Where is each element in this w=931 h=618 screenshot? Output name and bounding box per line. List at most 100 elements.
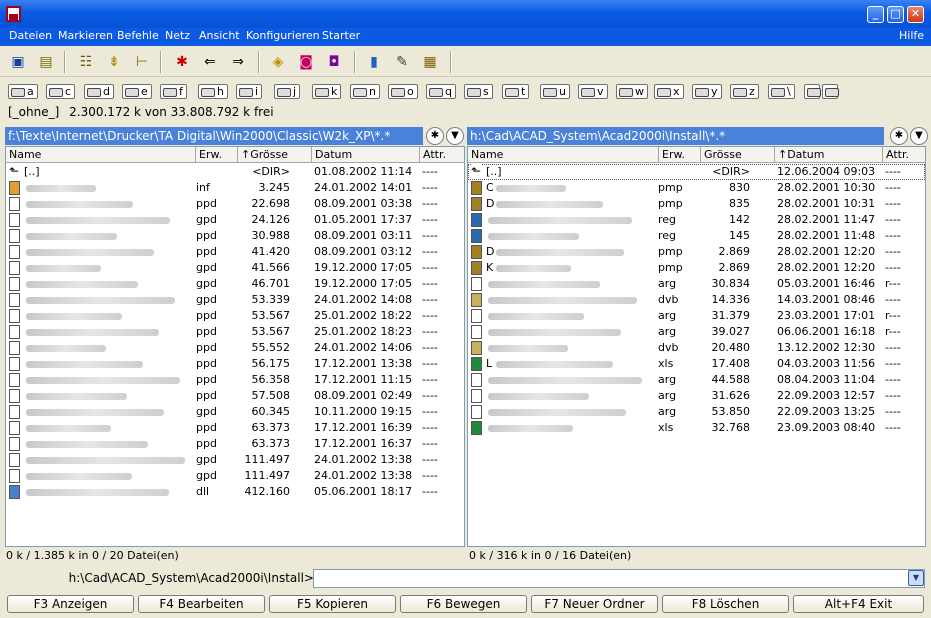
file-row[interactable]: arg 30.834 05.03.2001 16:46 r---: [468, 276, 925, 292]
file-row[interactable]: arg 31.626 22.09.2003 12:57 ----: [468, 388, 925, 404]
left-file-panel[interactable]: Name Erw. ↑Grösse Datum Attr. ⬑ [..] <DIR>…: [5, 146, 465, 547]
right-col-date[interactable]: ↑Datum: [775, 147, 883, 163]
f5-copy-button[interactable]: F5 Kopieren: [269, 595, 396, 613]
file-row[interactable]: ppd 56.358 17.12.2001 11:15 ----: [6, 372, 464, 388]
left-col-name[interactable]: Name: [6, 147, 196, 163]
file-row[interactable]: dll 412.160 05.06.2001 18:17 ----: [6, 484, 464, 500]
unpack-icon[interactable]: ⇟: [104, 52, 124, 72]
drive-button-i[interactable]: i: [236, 84, 263, 99]
file-row[interactable]: ppd 30.988 08.09.2001 03:11 ----: [6, 228, 464, 244]
file-row[interactable]: gpd 46.701 19.12.2000 17:05 ----: [6, 276, 464, 292]
maximize-button[interactable]: □: [887, 6, 904, 23]
drive-button-s[interactable]: s: [464, 84, 493, 99]
left-col-attr[interactable]: Attr.: [420, 147, 464, 163]
right-col-name[interactable]: Name: [468, 147, 659, 163]
file-row[interactable]: ppd 22.698 08.09.2001 03:38 ----: [6, 196, 464, 212]
file-row[interactable]: reg 142 28.02.2001 11:47 ----: [468, 212, 925, 228]
minimize-button[interactable]: _: [867, 6, 884, 23]
command-input[interactable]: [313, 569, 925, 588]
drive-button-parent[interactable]: ..: [822, 84, 839, 99]
file-row[interactable]: ppd 63.373 17.12.2001 16:39 ----: [6, 420, 464, 436]
edit-icon[interactable]: ✎: [392, 52, 412, 72]
file-row[interactable]: ppd 56.175 17.12.2001 13:38 ----: [6, 356, 464, 372]
file-row[interactable]: gpd 60.345 10.11.2000 19:15 ----: [6, 404, 464, 420]
drive-button-w[interactable]: w: [616, 84, 648, 99]
file-row[interactable]: gpd 53.339 24.01.2002 14:08 ----: [6, 292, 464, 308]
file-row[interactable]: dvb 20.480 13.12.2002 12:30 ----: [468, 340, 925, 356]
drive-button-x[interactable]: x: [654, 84, 684, 99]
command-chevron-down-icon[interactable]: ▼: [908, 570, 924, 586]
left-history-icon[interactable]: ✱: [426, 127, 444, 145]
app-icon[interactable]: [6, 6, 21, 22]
right-history-icon[interactable]: ✱: [890, 127, 908, 145]
right-col-ext[interactable]: Erw.: [659, 147, 701, 163]
file-row[interactable]: Cpmp 830 28.02.2001 10:30 ----: [468, 180, 925, 196]
select-icon[interactable]: ☷: [76, 52, 96, 72]
drive-button-q[interactable]: q: [426, 84, 456, 99]
file-row[interactable]: Dpmp 835 28.02.2001 10:31 ----: [468, 196, 925, 212]
title-bar[interactable]: _ □ ✕: [0, 0, 931, 28]
exit-button[interactable]: Alt+F4 Exit: [793, 595, 924, 613]
close-button[interactable]: ✕: [907, 6, 924, 23]
star-icon[interactable]: ✱: [172, 52, 192, 72]
file-row[interactable]: ppd 63.373 17.12.2001 16:37 ----: [6, 436, 464, 452]
menu-befehle[interactable]: Befehle: [117, 29, 159, 43]
drive-button-root[interactable]: \: [768, 84, 795, 99]
menu-starter[interactable]: Starter: [322, 29, 360, 43]
file-row[interactable]: arg 31.379 23.03.2001 17:01 r---: [468, 308, 925, 324]
f7-new-folder-button[interactable]: F7 Neuer Ordner: [531, 595, 658, 613]
file-row[interactable]: ppd 55.552 24.01.2002 14:06 ----: [6, 340, 464, 356]
menu-markieren[interactable]: Markieren: [58, 29, 113, 43]
f6-move-button[interactable]: F6 Bewegen: [400, 595, 527, 613]
drive-button-z[interactable]: z: [730, 84, 759, 99]
file-row[interactable]: gpd 111.497 24.01.2002 13:38 ----: [6, 468, 464, 484]
file-row[interactable]: arg 53.850 22.09.2003 13:25 ----: [468, 404, 925, 420]
parent-dir-row[interactable]: ⬑ [..] <DIR> 01.08.2002 11:14 ----: [6, 164, 464, 180]
tree-icon[interactable]: ⊢: [132, 52, 152, 72]
package-icon[interactable]: ◈: [268, 52, 288, 72]
drive-button-f[interactable]: f: [160, 84, 187, 99]
file-row[interactable]: arg 39.027 06.06.2001 16:18 r---: [468, 324, 925, 340]
menu-ansicht[interactable]: Ansicht: [199, 29, 240, 43]
drive-button-n[interactable]: n: [350, 84, 380, 99]
right-file-panel[interactable]: Name Erw. Grösse ↑Datum Attr. ⬑ [..] <DIR>…: [467, 146, 926, 547]
f3-view-button[interactable]: F3 Anzeigen: [7, 595, 134, 613]
file-row[interactable]: gpd 24.126 01.05.2001 17:37 ----: [6, 212, 464, 228]
file-row[interactable]: inf 3.245 24.01.2002 14:01 ----: [6, 180, 464, 196]
menu-dateien[interactable]: Dateien: [9, 29, 52, 43]
compare-icon[interactable]: ▤: [36, 52, 56, 72]
drive-button-v[interactable]: v: [578, 84, 608, 99]
drive-button-a[interactable]: a: [8, 84, 38, 99]
drive-button-up[interactable]: ..: [804, 84, 821, 99]
file-row[interactable]: ppd 41.420 08.09.2001 03:12 ----: [6, 244, 464, 260]
file-row[interactable]: gpd 111.497 24.01.2002 13:38 ----: [6, 452, 464, 468]
left-chevron-down-icon[interactable]: ▼: [446, 127, 464, 145]
nc-icon[interactable]: ◘: [324, 52, 344, 72]
save-icon[interactable]: ▣: [8, 52, 28, 72]
right-chevron-down-icon[interactable]: ▼: [910, 127, 928, 145]
file-row[interactable]: ppd 53.567 25.01.2002 18:23 ----: [6, 324, 464, 340]
menu-netz[interactable]: Netz: [165, 29, 190, 43]
image-icon[interactable]: ▦: [420, 52, 440, 72]
file-row[interactable]: dvb 14.336 14.03.2001 08:46 ----: [468, 292, 925, 308]
right-path-bar[interactable]: h:\Cad\ACAD_System\Acad2000i\Install\*.*: [467, 127, 884, 145]
back-arrow-icon[interactable]: ⇐: [200, 52, 220, 72]
file-row[interactable]: Kpmp 2.869 28.02.2001 12:20 ----: [468, 260, 925, 276]
drive-button-o[interactable]: o: [388, 84, 418, 99]
drive-button-c[interactable]: c: [46, 84, 76, 99]
file-row[interactable]: Lxls 17.408 04.03.2003 11:56 ----: [468, 356, 925, 372]
forward-arrow-icon[interactable]: ⇒: [228, 52, 248, 72]
drive-button-k[interactable]: k: [312, 84, 342, 99]
drive-button-h[interactable]: h: [198, 84, 228, 99]
f8-delete-button[interactable]: F8 Löschen: [662, 595, 789, 613]
file-row[interactable]: arg 44.588 08.04.2003 11:04 ----: [468, 372, 925, 388]
notes-icon[interactable]: ▮: [364, 52, 384, 72]
drive-button-e[interactable]: e: [122, 84, 152, 99]
file-row[interactable]: gpd 41.566 19.12.2000 17:05 ----: [6, 260, 464, 276]
right-col-attr[interactable]: Attr.: [883, 147, 925, 163]
drive-button-d[interactable]: d: [84, 84, 114, 99]
drive-button-y[interactable]: y: [692, 84, 722, 99]
right-col-size[interactable]: Grösse: [701, 147, 775, 163]
drive-button-t[interactable]: t: [502, 84, 530, 99]
menu-konfigurieren[interactable]: Konfigurieren: [246, 29, 320, 43]
